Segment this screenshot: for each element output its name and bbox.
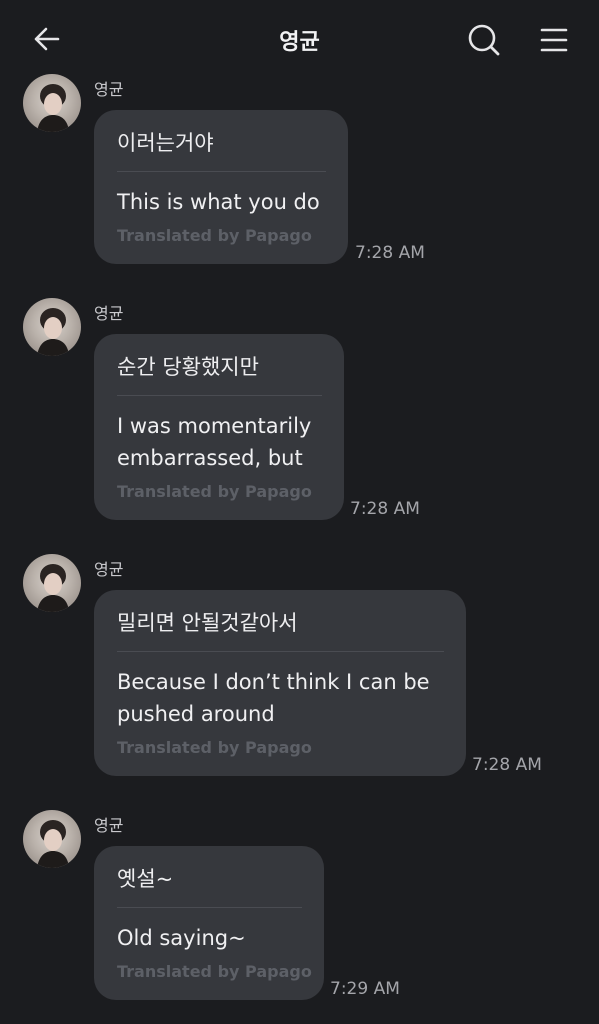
message-bubble[interactable]: 이러는거야 This is what you do Translated by … xyxy=(94,110,348,264)
chat-header: 영균 xyxy=(0,0,599,78)
profile-photo-icon xyxy=(37,84,69,132)
profile-photo-icon xyxy=(37,820,69,868)
original-text: 옛설~ xyxy=(117,867,174,891)
divider xyxy=(117,651,444,652)
chat-screen: 영균 영균 이러는거야 This is what you do Translat… xyxy=(0,0,599,1024)
translation-credit: Translated by Papago xyxy=(117,962,312,981)
translation-credit: Translated by Papago xyxy=(117,482,312,501)
divider xyxy=(117,907,302,908)
chat-title: 영균 xyxy=(279,30,320,55)
avatar[interactable] xyxy=(23,810,81,868)
message-bubble[interactable]: 밀리면 안될것같아서 Because I don’t think I can b… xyxy=(94,590,466,776)
translation-credit: Translated by Papago xyxy=(117,226,312,245)
translated-text: This is what you do xyxy=(117,190,320,214)
translated-text: Old saying~ xyxy=(117,926,246,950)
avatar[interactable] xyxy=(23,554,81,612)
sender-name: 영균 xyxy=(94,560,124,579)
message-bubble[interactable]: 옛설~ Old saying~ Translated by Papago xyxy=(94,846,324,1000)
profile-photo-icon xyxy=(37,564,69,612)
translated-text: I was momentarily embarrassed, but xyxy=(117,414,312,470)
avatar[interactable] xyxy=(23,298,81,356)
timestamp: 7:28 AM xyxy=(472,755,542,775)
timestamp: 7:28 AM xyxy=(355,243,425,263)
translation-credit: Translated by Papago xyxy=(117,738,312,757)
sender-name: 영균 xyxy=(94,304,124,323)
original-text: 이러는거야 xyxy=(117,131,214,155)
original-text: 순간 당황했지만 xyxy=(117,355,259,379)
timestamp: 7:28 AM xyxy=(350,499,420,519)
avatar[interactable] xyxy=(23,74,81,132)
translated-text: Because I don’t think I can be pushed ar… xyxy=(117,670,430,726)
timestamp: 7:29 AM xyxy=(330,979,400,999)
original-text: 밀리면 안될것같아서 xyxy=(117,611,298,635)
divider xyxy=(117,171,326,172)
menu-button[interactable] xyxy=(534,20,574,60)
profile-photo-icon xyxy=(37,308,69,356)
hamburger-menu-icon xyxy=(540,28,568,52)
search-button[interactable] xyxy=(464,20,504,60)
message-bubble[interactable]: 순간 당황했지만 I was momentarily embarrassed, … xyxy=(94,334,344,520)
sender-name: 영균 xyxy=(94,816,124,835)
divider xyxy=(117,395,322,396)
search-icon xyxy=(468,24,500,56)
sender-name: 영균 xyxy=(94,80,124,99)
